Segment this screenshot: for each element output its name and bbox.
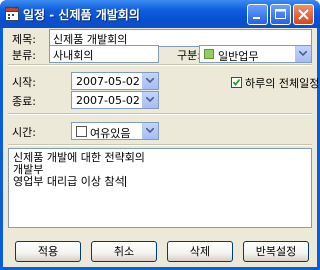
minimize-icon [253, 17, 260, 19]
time-select-value: 여유있음 [90, 127, 131, 140]
dialog-window: 일정 - 신제품 개발회의 제목: 신제품 개발회의 분류: 사내회의 구분: [0, 0, 320, 270]
allday-label[interactable]: 하루의 전체일정 [245, 75, 319, 91]
allday-checkbox[interactable] [231, 77, 242, 88]
chevron-down-icon [299, 51, 307, 56]
subject-label: 제목: [12, 33, 36, 46]
separator [8, 144, 312, 146]
minimize-button[interactable] [247, 4, 268, 25]
memo-line: 신제품 개발에 대한 전략회의 [13, 151, 145, 164]
time-checkbox[interactable] [76, 126, 87, 137]
category-input[interactable]: 사내회의 [49, 45, 159, 63]
start-label: 시작: [12, 76, 36, 89]
close-icon [298, 9, 309, 20]
end-date-dropdown-button[interactable] [142, 92, 158, 108]
memo-textarea[interactable]: 신제품 개발에 대한 전략회의 개발부 영업부 대리급 이상 참석 [8, 148, 312, 228]
separator [8, 113, 312, 115]
time-dropdown-button[interactable] [142, 123, 158, 139]
type-color-swatch [204, 49, 214, 59]
type-select-value: 일반업무 [218, 50, 259, 63]
maximize-icon [275, 9, 286, 19]
close-button[interactable] [293, 4, 314, 25]
memo-line: 영업부 대리급 이상 참석 [13, 175, 125, 188]
memo-line-last: 영업부 대리급 이상 참석 [13, 176, 307, 188]
end-date-select[interactable]: 2007-05-02 [71, 91, 159, 109]
end-label: 종료: [12, 95, 36, 108]
maximize-button[interactable] [270, 4, 291, 25]
start-date-dropdown-button[interactable] [142, 73, 158, 89]
calendar-icon [5, 6, 19, 21]
type-label: 구분: [177, 49, 201, 62]
time-label: 시간: [12, 126, 36, 139]
dialog-body: 제목: 신제품 개발회의 분류: 사내회의 구분: 일반업무 시작: 2007-… [3, 28, 319, 267]
type-select[interactable]: 일반업무 [199, 45, 312, 63]
checkmark-icon [232, 78, 241, 86]
text-caret [124, 176, 126, 187]
start-date-select[interactable]: 2007-05-02 [71, 72, 159, 90]
end-date-value: 2007-05-02 [76, 94, 140, 107]
chevron-down-icon [146, 78, 154, 83]
delete-button[interactable]: 삭제 [167, 241, 233, 262]
chevron-down-icon [146, 97, 154, 102]
chevron-down-icon [146, 128, 154, 133]
title-bar[interactable]: 일정 - 신제품 개발회의 [0, 0, 320, 28]
separator [8, 64, 312, 66]
type-dropdown-button[interactable] [295, 46, 311, 62]
start-date-value: 2007-05-02 [76, 75, 140, 88]
cancel-button[interactable]: 취소 [91, 241, 157, 262]
apply-button[interactable]: 적용 [15, 241, 81, 262]
category-label: 분류: [12, 49, 36, 62]
window-title: 일정 - 신제품 개발회의 [23, 8, 140, 22]
time-select[interactable]: 여유있음 [71, 122, 159, 140]
repeat-settings-button[interactable]: 반복설정 [243, 241, 309, 262]
